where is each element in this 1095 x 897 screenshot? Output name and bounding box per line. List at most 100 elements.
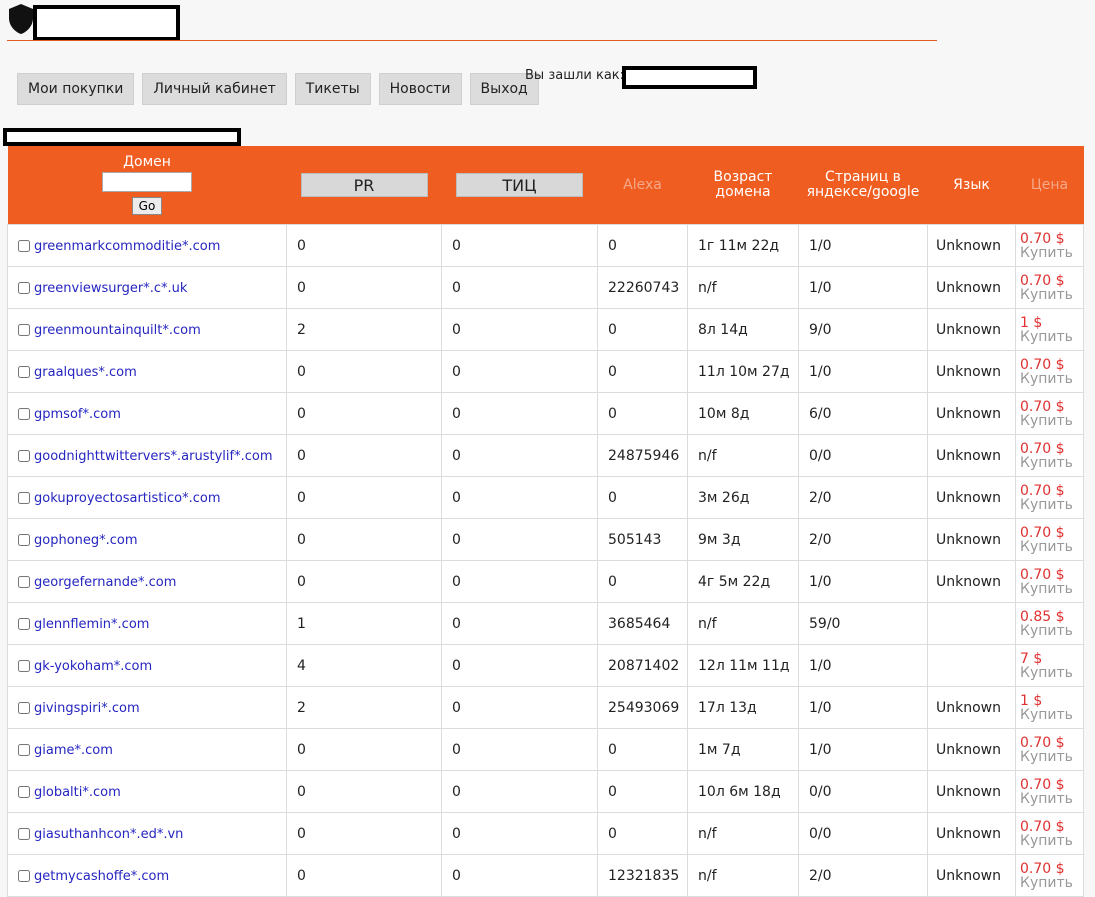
domain-link[interactable]: gokuproyectosartistico*.com (34, 491, 221, 506)
row-select-checkbox[interactable] (18, 365, 30, 378)
domain-link[interactable]: getmycashoffe*.com (34, 869, 169, 884)
row-select-checkbox[interactable] (18, 743, 30, 756)
buy-link[interactable]: Купить (1020, 246, 1083, 260)
domain-link[interactable]: giasuthanhcon*.ed*.vn (34, 827, 183, 842)
cell-tic: 0 (441, 644, 598, 687)
buy-link[interactable]: Купить (1020, 414, 1083, 428)
domain-link[interactable]: georgefernande*.com (34, 575, 176, 590)
cell-pages: 2/0 (798, 476, 928, 519)
domain-link[interactable]: goodnighttwittervers*.arustylif*.com (34, 449, 272, 464)
cell-domain: georgefernande*.com (7, 560, 287, 603)
table-row: greenviewsurger*.c*.uk 0 0 22260743 n/f 1/0 Un… (7, 266, 1084, 309)
table-row: georgefernande*.com 0 0 0 4г 5м 22д 1/0 Unknow… (7, 560, 1084, 603)
cell-domain: gokuproyectosartistico*.com (7, 476, 287, 519)
buy-link[interactable]: Купить (1020, 750, 1083, 764)
table-row: giasuthanhcon*.ed*.vn 0 0 0 n/f 0/0 Unknown 0.7… (7, 812, 1084, 855)
cell-domain: greenviewsurger*.c*.uk (7, 266, 287, 309)
nav-news-button[interactable]: Новости (378, 73, 462, 105)
sort-pr-button[interactable]: PR (300, 173, 428, 197)
cell-age: n/f (687, 434, 799, 477)
buy-link[interactable]: Купить (1020, 708, 1083, 722)
domain-link[interactable]: greenviewsurger*.c*.uk (34, 281, 187, 296)
cell-lang: Unknown (927, 434, 1016, 477)
table-header-row: Домен Go PR ТИЦ Alexa Возраст домена Стр… (7, 146, 1084, 225)
buy-link[interactable]: Купить (1020, 372, 1083, 386)
cell-tic: 0 (441, 224, 598, 267)
domain-link[interactable]: gk-yokoham*.com (34, 659, 152, 674)
row-select-checkbox[interactable] (18, 575, 30, 588)
domain-link[interactable]: greenmarkcommoditie*.com (34, 239, 220, 254)
cell-domain: glennflemin*.com (7, 602, 287, 645)
domain-link[interactable]: gpmsof*.com (34, 407, 121, 422)
row-select-checkbox[interactable] (18, 869, 30, 882)
price-value: 0.70 $ (1020, 776, 1065, 793)
row-select-checkbox[interactable] (18, 281, 30, 294)
cell-tic: 0 (441, 476, 598, 519)
header-age: Возраст домена (687, 146, 799, 225)
cell-price: 0.70 $ Купить (1015, 854, 1084, 897)
header-lang: Язык (927, 146, 1016, 225)
price-value: 0.70 $ (1020, 230, 1065, 247)
nav-my-purchases-button[interactable]: Мои покупки (17, 73, 135, 105)
cell-pr: 0 (286, 812, 442, 855)
buy-link[interactable]: Купить (1020, 498, 1083, 512)
cell-pages: 0/0 (798, 434, 928, 477)
cell-lang: Unknown (927, 560, 1016, 603)
domain-link[interactable]: glennflemin*.com (34, 617, 149, 632)
buy-link[interactable]: Купить (1020, 666, 1083, 680)
row-select-checkbox[interactable] (18, 323, 30, 336)
row-select-checkbox[interactable] (18, 491, 30, 504)
table-row: gokuproyectosartistico*.com 0 0 0 3м 26д 2/0 U… (7, 476, 1084, 519)
domain-link[interactable]: gophoneg*.com (34, 533, 138, 548)
row-select-checkbox[interactable] (18, 827, 30, 840)
table-row: graalques*.com 0 0 0 11л 10м 27д 1/0 Unknown 0.… (7, 350, 1084, 393)
buy-link[interactable]: Купить (1020, 834, 1083, 848)
cell-price: 0.70 $ Купить (1015, 224, 1084, 267)
cell-lang: Unknown (927, 224, 1016, 267)
price-value: 0.85 $ (1020, 608, 1065, 625)
buy-link[interactable]: Купить (1020, 792, 1083, 806)
buy-link[interactable]: Купить (1020, 876, 1083, 890)
cell-pr: 1 (286, 602, 442, 645)
row-select-checkbox[interactable] (18, 449, 30, 462)
cell-price: 0.70 $ Купить (1015, 392, 1084, 435)
buy-link[interactable]: Купить (1020, 456, 1083, 470)
cell-tic: 0 (441, 602, 598, 645)
row-select-checkbox[interactable] (18, 701, 30, 714)
domain-link[interactable]: givingspiri*.com (34, 701, 140, 716)
domain-filter-input[interactable] (102, 172, 192, 192)
row-select-checkbox[interactable] (18, 617, 30, 630)
row-select-checkbox[interactable] (18, 533, 30, 546)
buy-link[interactable]: Купить (1020, 540, 1083, 554)
domain-link[interactable]: globalti*.com (34, 785, 121, 800)
cell-price: 0.70 $ Купить (1015, 266, 1084, 309)
domain-link[interactable]: giame*.com (34, 743, 113, 758)
domain-go-button[interactable]: Go (131, 197, 163, 215)
price-value: 0.70 $ (1020, 356, 1065, 373)
cell-pages: 1/0 (798, 644, 928, 687)
cell-alexa: 22260743 (597, 266, 688, 309)
cell-pages: 2/0 (798, 854, 928, 897)
price-value: 0.70 $ (1020, 272, 1065, 289)
row-select-checkbox[interactable] (18, 785, 30, 798)
domain-link[interactable]: greenmountainquilt*.com (34, 323, 201, 338)
row-select-checkbox[interactable] (18, 407, 30, 420)
buy-link[interactable]: Купить (1020, 624, 1083, 638)
cell-pr: 0 (286, 770, 442, 813)
row-select-checkbox[interactable] (18, 659, 30, 672)
domain-link[interactable]: graalques*.com (34, 365, 137, 380)
cell-pr: 2 (286, 308, 442, 351)
row-select-checkbox[interactable] (18, 239, 30, 252)
buy-link[interactable]: Купить (1020, 288, 1083, 302)
cell-price: 0.70 $ Купить (1015, 560, 1084, 603)
price-value: 0.70 $ (1020, 524, 1065, 541)
sort-tic-button[interactable]: ТИЦ (456, 173, 583, 197)
nav-tickets-button[interactable]: Тикеты (294, 73, 371, 105)
cell-tic: 0 (441, 434, 598, 477)
header-pr: PR (286, 146, 442, 225)
header-price: Цена (1015, 146, 1084, 225)
buy-link[interactable]: Купить (1020, 582, 1083, 596)
header-domain: Домен Go (7, 146, 287, 225)
buy-link[interactable]: Купить (1020, 330, 1083, 344)
nav-account-button[interactable]: Личный кабинет (142, 73, 287, 105)
